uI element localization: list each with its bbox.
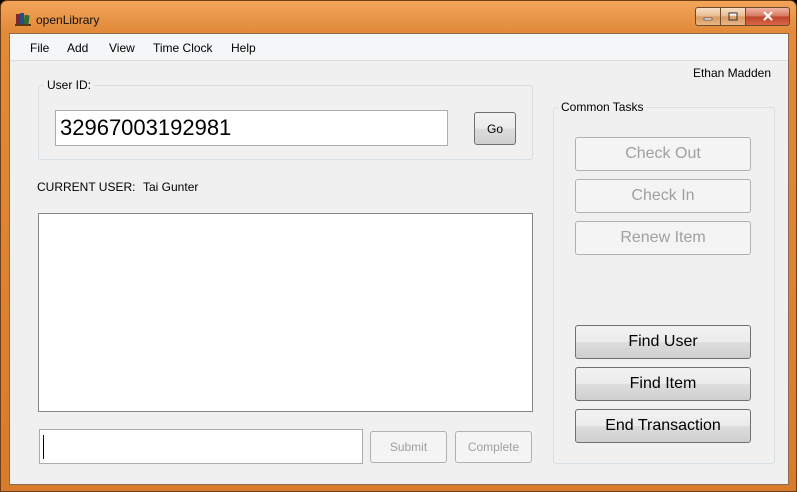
menu-bar: File Add View Time Clock Help	[10, 34, 788, 61]
maximize-icon	[728, 10, 738, 24]
menu-time-clock[interactable]: Time Clock	[153, 41, 213, 55]
app-window: openLibrary File Add View Time Clock Hel…	[0, 0, 797, 492]
title-bar[interactable]: openLibrary	[1, 1, 796, 33]
window-title: openLibrary	[36, 13, 100, 27]
minimize-button[interactable]	[695, 7, 721, 26]
go-button[interactable]: Go	[474, 112, 516, 145]
common-tasks-label: Common Tasks	[558, 100, 647, 114]
user-id-input[interactable]: 32967003192981	[55, 110, 448, 146]
menu-file[interactable]: File	[30, 41, 49, 55]
end-transaction-button[interactable]: End Transaction	[575, 409, 751, 443]
item-entry-input[interactable]	[39, 429, 363, 464]
menu-add[interactable]: Add	[67, 41, 88, 55]
complete-button[interactable]: Complete	[455, 431, 532, 463]
current-user-label: CURRENT USER:	[37, 180, 136, 194]
check-in-button[interactable]: Check In	[575, 179, 751, 213]
client-area: File Add View Time Clock Help Ethan Madd…	[9, 33, 789, 485]
maximize-button[interactable]	[721, 7, 746, 26]
user-id-label: User ID:	[44, 78, 95, 92]
close-icon	[762, 10, 774, 24]
menu-view[interactable]: View	[109, 41, 135, 55]
check-out-button[interactable]: Check Out	[575, 137, 751, 171]
close-button[interactable]	[746, 7, 790, 26]
transaction-list[interactable]	[38, 213, 533, 412]
submit-button[interactable]: Submit	[370, 431, 447, 463]
find-user-button[interactable]: Find User	[575, 325, 751, 359]
current-user-value: Tai Gunter	[143, 180, 199, 194]
renew-item-button[interactable]: Renew Item	[575, 221, 751, 255]
find-item-button[interactable]: Find Item	[575, 367, 751, 401]
text-caret	[43, 435, 44, 459]
logged-in-user: Ethan Madden	[692, 66, 771, 80]
book-stack-icon	[15, 12, 31, 26]
minimize-icon	[703, 10, 713, 24]
caption-buttons	[695, 7, 790, 26]
menu-help[interactable]: Help	[231, 41, 256, 55]
